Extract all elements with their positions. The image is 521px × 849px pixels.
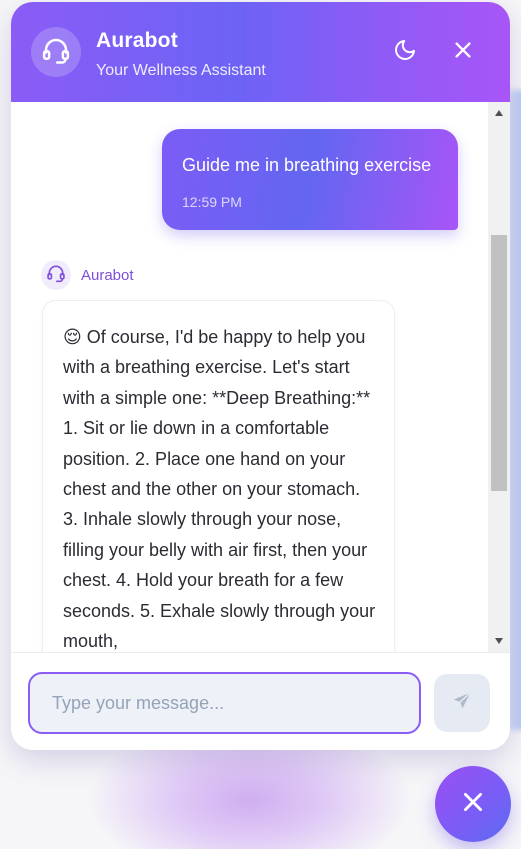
send-icon (451, 690, 473, 717)
message-input[interactable] (28, 672, 421, 734)
close-icon (460, 789, 486, 820)
user-message-text: Guide me in breathing exercise (182, 155, 432, 175)
scroll-down-button[interactable] (488, 630, 510, 652)
bot-message-body: Of course, I'd be happy to help you with… (63, 327, 376, 652)
chat-header: Aurabot Your Wellness Assistant (11, 2, 510, 102)
composer (11, 652, 510, 750)
relieved-face-emoji: 😌 (63, 327, 82, 347)
bot-avatar (41, 260, 71, 290)
caret-up-icon (494, 104, 504, 122)
bot-message: 😌 Of course, I'd be happy to help you wi… (42, 300, 395, 652)
moon-icon (393, 38, 417, 67)
scrollbar-thumb[interactable] (491, 235, 507, 491)
scroll-up-button[interactable] (488, 102, 510, 124)
chat-subtitle: Your Wellness Assistant (96, 62, 266, 79)
headset-icon (46, 263, 66, 288)
close-icon (452, 39, 474, 66)
user-message: Guide me in breathing exercise 12:59 PM (162, 129, 458, 230)
header-avatar (31, 27, 81, 77)
message-list[interactable]: Guide me in breathing exercise 12:59 PM … (11, 102, 510, 652)
caret-down-icon (494, 632, 504, 650)
bot-sender-name: Aurabot (81, 267, 134, 284)
send-button[interactable] (434, 674, 490, 732)
message-timestamp: 12:59 PM (182, 194, 242, 210)
bot-message-text: 😌 Of course, I'd be happy to help you wi… (63, 322, 378, 652)
chat-widget: Aurabot Your Wellness Assistant Guide me… (11, 2, 510, 750)
message-scrollbar[interactable] (488, 102, 510, 652)
close-chat-button[interactable] (449, 38, 477, 66)
headset-icon (41, 35, 71, 70)
chat-launcher-button[interactable] (435, 766, 511, 842)
chat-title: Aurabot (96, 29, 178, 52)
theme-toggle-button[interactable] (391, 38, 419, 66)
